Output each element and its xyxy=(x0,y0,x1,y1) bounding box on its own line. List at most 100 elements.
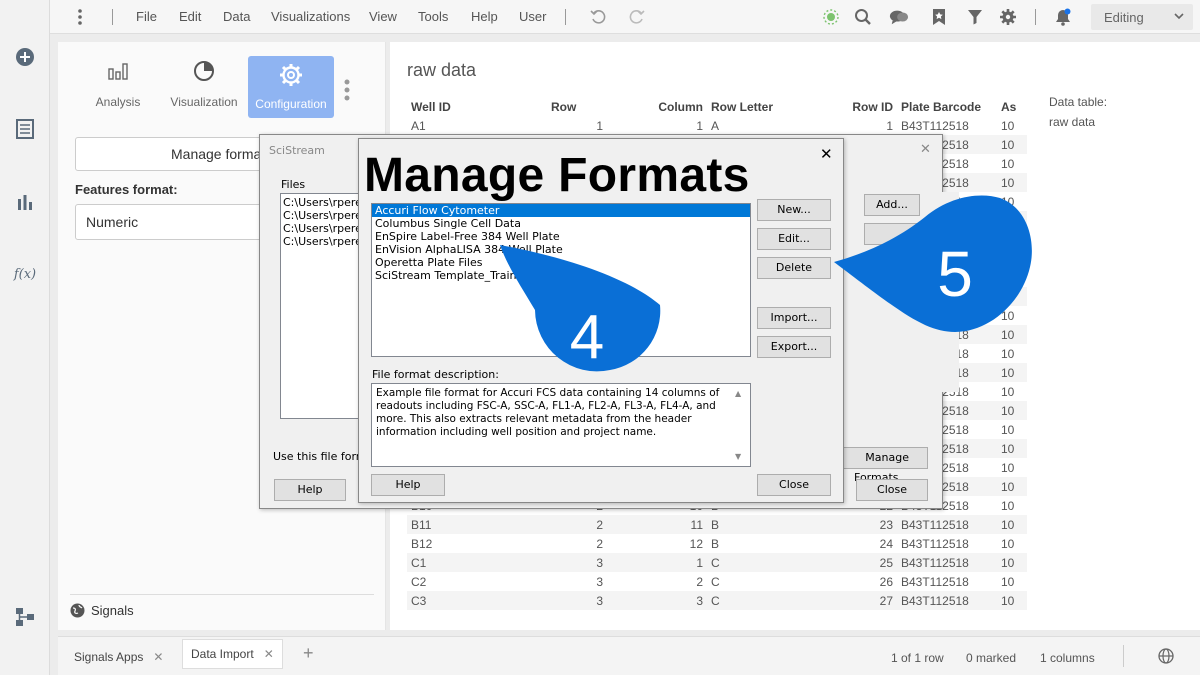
scroll-down-icon[interactable]: ▼ xyxy=(735,452,741,461)
callout-5-marker: 5 xyxy=(834,195,1032,332)
column-header-row-letter[interactable]: Row Letter xyxy=(707,97,837,116)
ai-recommendations-icon[interactable] xyxy=(821,7,841,27)
menu-user[interactable]: User xyxy=(519,9,546,24)
column-header-column[interactable]: Column xyxy=(607,97,707,116)
tab-visualization-label: Visualization xyxy=(170,95,238,109)
table-cell: 10 xyxy=(997,553,1027,572)
signals-footer[interactable]: Signals xyxy=(70,594,374,618)
files-list[interactable]: C:\Users\rperez C:\Users\rperez C:\Users\r… xyxy=(280,193,360,419)
import-format-button[interactable]: Import... xyxy=(757,307,831,329)
table-cell: C2 xyxy=(411,574,427,589)
close-icon[interactable]: ✕ xyxy=(920,142,931,157)
table-title: raw data xyxy=(407,60,477,80)
table-cell: 1 xyxy=(696,118,703,133)
more-vertical-icon[interactable] xyxy=(70,7,90,27)
file-list-item[interactable]: C:\Users\rperez xyxy=(283,209,359,222)
file-list-item[interactable]: C:\Users\rperez xyxy=(283,235,359,248)
table-row[interactable]: B12 2 12 B 24 B43T112518 10 xyxy=(407,534,1027,553)
undo-icon[interactable] xyxy=(588,7,608,27)
export-format-button[interactable]: Export... xyxy=(757,336,831,358)
bookmark-icon[interactable] xyxy=(929,7,949,27)
table-cell: 10 xyxy=(997,401,1027,420)
hierarchy-icon[interactable] xyxy=(13,605,37,629)
table-cell: 10 xyxy=(997,515,1027,534)
data-table-info: Data table: raw data xyxy=(1049,92,1107,132)
table-cell: C1 xyxy=(407,553,547,572)
help-button[interactable]: Help xyxy=(371,474,445,496)
menu-file[interactable]: File xyxy=(136,9,157,24)
callout-5-number: 5 xyxy=(937,238,973,310)
table-cell: 10 xyxy=(1001,118,1015,133)
globe-icon[interactable] xyxy=(1158,648,1174,667)
description-label: File format description: xyxy=(372,368,499,381)
file-list-item[interactable]: C:\Users\rperez xyxy=(283,222,359,235)
column-header-plate-barcode[interactable]: Plate Barcode xyxy=(897,97,997,116)
tab-analysis[interactable]: Analysis xyxy=(88,56,148,118)
scistream-close-button[interactable]: Close xyxy=(856,479,928,501)
description-textarea[interactable]: Example file format for Accuri FCS data … xyxy=(371,383,751,467)
table-cell: 10 xyxy=(1001,156,1015,171)
delete-format-button[interactable]: Delete xyxy=(757,257,831,279)
data-table-icon[interactable] xyxy=(13,117,37,141)
separator xyxy=(1123,645,1124,667)
function-icon[interactable]: f(x) xyxy=(13,262,37,286)
menu-tools[interactable]: Tools xyxy=(418,9,448,24)
table-cell: B12 xyxy=(411,536,433,551)
tab-configuration[interactable]: Configuration xyxy=(248,56,334,118)
close-icon[interactable]: ✕ xyxy=(820,145,833,163)
column-header-row-id[interactable]: Row ID xyxy=(837,97,897,116)
files-label: Files xyxy=(281,178,306,191)
table-row[interactable]: C1 3 1 C 25 B43T112518 10 xyxy=(407,553,1027,572)
redo-icon[interactable] xyxy=(627,7,647,27)
column-header-well-id[interactable]: Well ID xyxy=(407,97,547,116)
tab-data-import[interactable]: Data Import ✕ xyxy=(182,639,283,669)
data-table-name: raw data xyxy=(1049,115,1096,129)
table-row[interactable]: A1 1 1 A 1 B43T112518 10 xyxy=(407,116,1027,135)
column-header-row[interactable]: Row xyxy=(547,97,607,116)
pie-chart-icon xyxy=(166,56,242,86)
menu-edit[interactable]: Edit xyxy=(179,9,201,24)
format-list-item[interactable]: Accuri Flow Cytometer xyxy=(372,204,750,217)
table-cell: 10 xyxy=(1001,460,1015,475)
table-row[interactable]: C2 3 2 C 26 B43T112518 10 xyxy=(407,572,1027,591)
collaboration-icon[interactable] xyxy=(889,7,909,27)
table-cell: 10 xyxy=(997,173,1027,192)
format-list-item[interactable]: Columbus Single Cell Data xyxy=(372,217,750,230)
table-cell: 26 xyxy=(879,574,893,589)
add-tab-icon[interactable]: + xyxy=(303,643,314,664)
tab-data-import-label: Data Import xyxy=(191,647,254,661)
table-row[interactable]: C3 3 3 C 27 B43T112518 10 xyxy=(407,591,1027,610)
table-cell: C xyxy=(707,553,837,572)
column-header-as[interactable]: As xyxy=(997,97,1027,116)
add-icon[interactable] xyxy=(13,45,37,69)
table-cell: C3 xyxy=(407,591,547,610)
scistream-help-button[interactable]: Help xyxy=(274,479,346,501)
close-icon[interactable]: ✕ xyxy=(153,650,163,664)
file-list-item[interactable]: C:\Users\rperez xyxy=(283,196,359,209)
menu-view[interactable]: View xyxy=(369,9,397,24)
bar-chart-icon[interactable] xyxy=(13,190,37,214)
table-cell: 24 xyxy=(879,536,893,551)
mode-dropdown[interactable]: Editing xyxy=(1091,4,1193,30)
tab-visualization[interactable]: Visualization xyxy=(166,56,242,118)
table-cell: A xyxy=(711,118,720,133)
new-format-button[interactable]: New... xyxy=(757,199,831,221)
menu-help[interactable]: Help xyxy=(471,9,498,24)
menu-visualizations[interactable]: Visualizations xyxy=(271,9,350,24)
settings-gear-icon[interactable] xyxy=(998,7,1018,27)
close-button[interactable]: Close xyxy=(757,474,831,496)
table-cell: 2 xyxy=(547,515,607,534)
edit-format-button[interactable]: Edit... xyxy=(757,228,831,250)
tab-signals-apps[interactable]: Signals Apps ✕ xyxy=(66,645,171,668)
table-cell: 10 xyxy=(1001,574,1015,589)
filter-icon[interactable] xyxy=(965,7,985,27)
scroll-up-icon[interactable]: ▲ xyxy=(735,389,741,398)
table-cell: 23 xyxy=(837,515,897,534)
menu-data[interactable]: Data xyxy=(223,9,250,24)
notifications-bell-icon[interactable] xyxy=(1053,7,1073,27)
close-icon[interactable]: ✕ xyxy=(264,647,274,661)
search-icon[interactable] xyxy=(853,7,873,27)
more-vertical-icon[interactable] xyxy=(344,79,350,104)
table-row[interactable]: B11 2 11 B 23 B43T112518 10 xyxy=(407,515,1027,534)
features-format-label: Features format: xyxy=(75,182,178,197)
